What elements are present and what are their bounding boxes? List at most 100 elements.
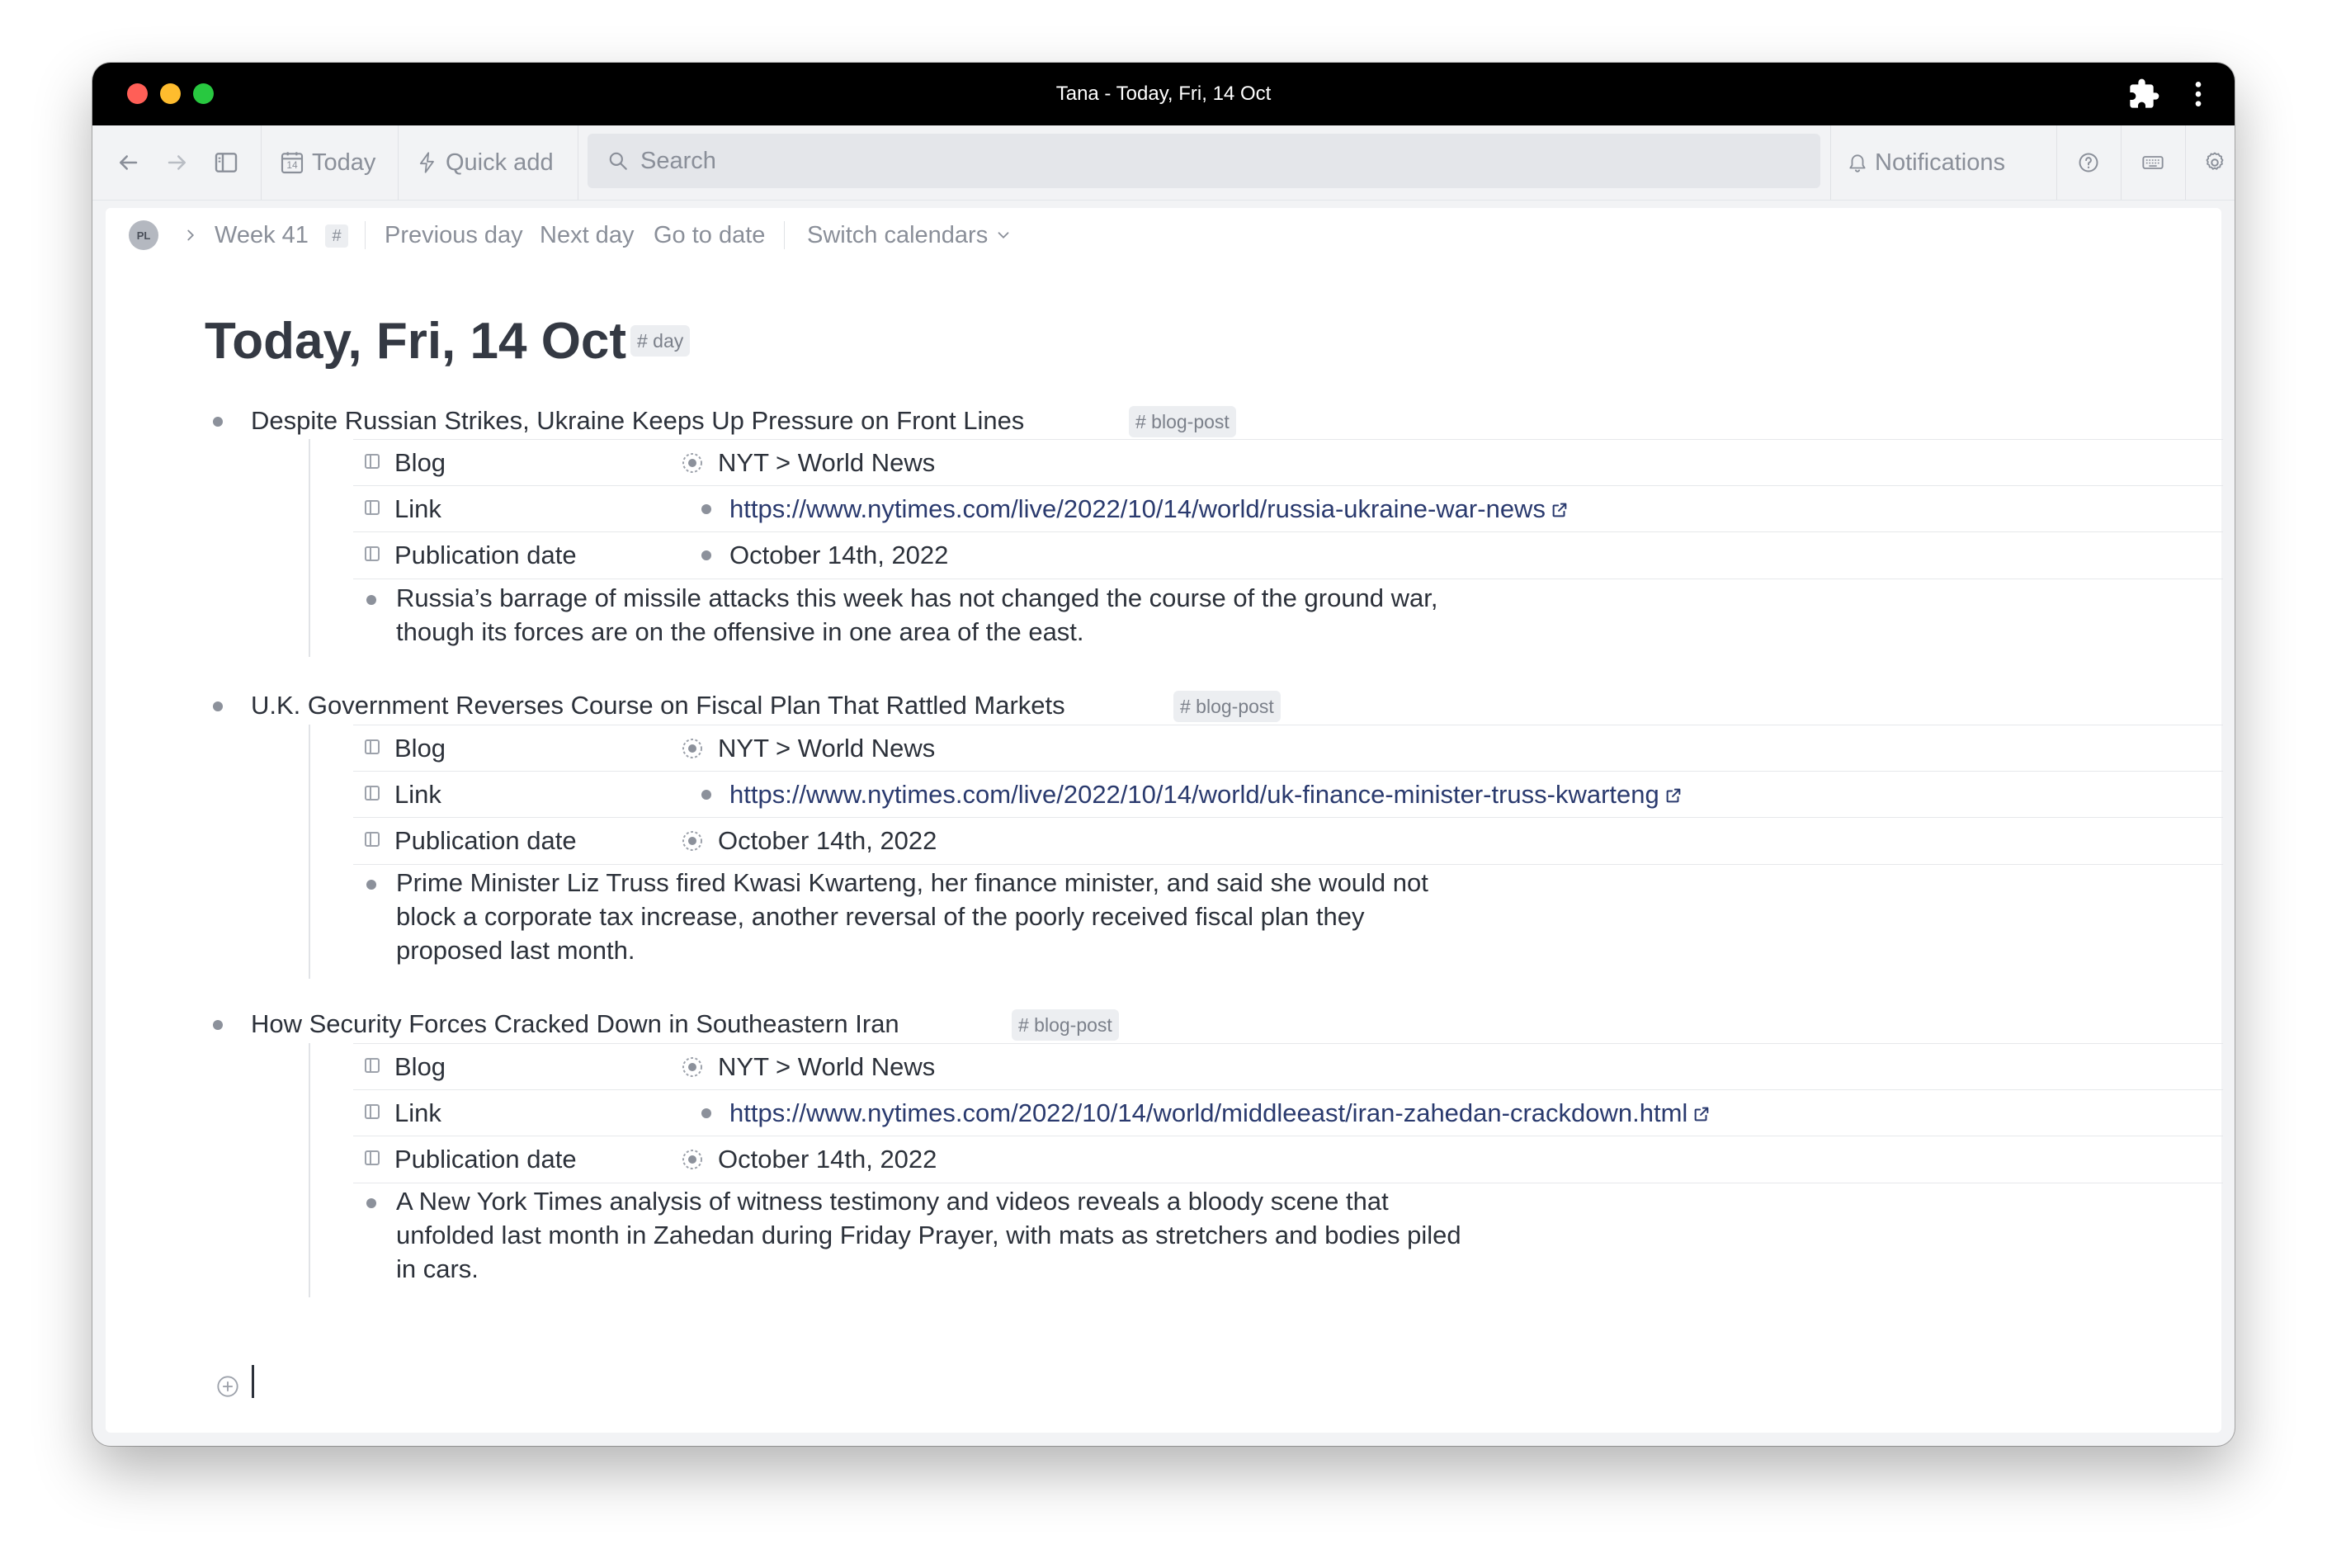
breadcrumb-week[interactable]: Week 41: [215, 208, 309, 262]
field-icon: [365, 1058, 380, 1073]
gear-icon: [2206, 152, 2224, 170]
node-bullet[interactable]: [366, 595, 376, 605]
description-line: in cars.: [396, 1254, 479, 1283]
forward-button[interactable]: [165, 125, 201, 200]
external-link-icon[interactable]: [1551, 501, 1569, 519]
field-row-blog[interactable]: Blog NYT > World News: [353, 439, 2223, 486]
search-input[interactable]: Search: [588, 134, 1820, 188]
today-button[interactable]: 14 Today: [279, 125, 375, 200]
go-to-date-link[interactable]: Go to date: [654, 208, 765, 262]
add-node-icon[interactable]: [216, 1375, 239, 1398]
node-bullet[interactable]: [213, 701, 223, 711]
switch-calendars-dropdown[interactable]: Switch calendars: [807, 208, 1012, 262]
field-value[interactable]: October 14th, 2022: [729, 539, 948, 572]
node-bullet[interactable]: [213, 1020, 223, 1030]
child-guide-line: [309, 439, 310, 657]
field-row-blog[interactable]: Blog NYT > World News: [353, 1043, 2223, 1090]
app-window: Tana - Today, Fri, 14 Oct 14 Today Quick…: [92, 63, 2235, 1446]
help-button[interactable]: [2071, 125, 2106, 200]
reference-icon: [682, 1057, 702, 1077]
field-label: Publication date: [394, 826, 577, 855]
field-row-link[interactable]: Link https://www.nytimes.com/live/2022/1…: [353, 485, 2223, 532]
field-value[interactable]: NYT > World News: [718, 446, 935, 479]
lightning-icon: [419, 152, 434, 173]
post-description[interactable]: A New York Times analysis of witness tes…: [396, 1184, 1535, 1286]
description-line: A New York Times analysis of witness tes…: [396, 1187, 1389, 1216]
window-title: Tana - Today, Fri, 14 Oct: [1055, 83, 1272, 105]
description-line: Russia’s barrage of missile attacks this…: [396, 583, 1438, 612]
toolbar-divider: [1830, 125, 1831, 200]
breadcrumb-divider: [365, 221, 366, 249]
field-value[interactable]: October 14th, 2022: [718, 824, 937, 857]
sidebar-toggle-button[interactable]: [213, 125, 249, 200]
blog-post-tag[interactable]: # blog-post: [1012, 1009, 1119, 1041]
search-icon: [609, 152, 627, 170]
node-bullet[interactable]: [366, 1198, 376, 1208]
search-placeholder: Search: [640, 147, 716, 174]
field-label: Blog: [394, 734, 446, 763]
keyboard-shortcuts-button[interactable]: [2134, 125, 2172, 200]
sidebar-toggle-icon: [215, 153, 238, 172]
text-cursor[interactable]: [252, 1365, 254, 1398]
field-row-blog[interactable]: Blog NYT > World News: [353, 725, 2223, 772]
value-bullet: [701, 1108, 711, 1118]
field-row-publication-date[interactable]: Publication date October 14th, 2022: [353, 531, 2223, 579]
quick-add-button[interactable]: Quick add: [416, 125, 554, 200]
blog-post-tag[interactable]: # blog-post: [1129, 406, 1236, 437]
link-url[interactable]: https://www.nytimes.com/2022/10/14/world…: [729, 1098, 1687, 1127]
reference-icon: [682, 739, 702, 758]
child-guide-line: [309, 725, 310, 979]
reference-icon: [682, 453, 702, 473]
external-link-icon[interactable]: [1692, 1105, 1711, 1123]
help-icon: [2079, 153, 2098, 172]
post-description[interactable]: Russia’s barrage of missile attacks this…: [396, 581, 1535, 649]
field-value[interactable]: NYT > World News: [718, 1051, 935, 1084]
field-icon: [365, 546, 380, 561]
toolbar: 14 Today Quick add Search Notifications: [92, 125, 2235, 201]
back-button[interactable]: [116, 125, 152, 200]
post-title[interactable]: Despite Russian Strikes, Ukraine Keeps U…: [251, 404, 1024, 437]
link-value[interactable]: https://www.nytimes.com/live/2022/10/14/…: [729, 493, 1569, 526]
reference-icon: [682, 1150, 702, 1169]
link-value[interactable]: https://www.nytimes.com/live/2022/10/14/…: [729, 778, 1683, 811]
page-title: Today, Fri, 14 Oct: [205, 313, 627, 370]
previous-day-link[interactable]: Previous day: [385, 208, 523, 262]
notifications-button[interactable]: Notifications: [1847, 125, 2005, 200]
field-value[interactable]: October 14th, 2022: [718, 1143, 937, 1176]
breadcrumb: PL Week 41 # Previous day Next day Go to…: [106, 208, 2221, 262]
field-row-link[interactable]: Link https://www.nytimes.com/live/2022/1…: [353, 771, 2223, 818]
breadcrumb-tag[interactable]: #: [325, 224, 348, 248]
toolbar-divider: [398, 125, 399, 200]
external-link-icon[interactable]: [1664, 786, 1683, 805]
post-description[interactable]: Prime Minister Liz Truss fired Kwasi Kwa…: [396, 866, 1535, 967]
node-bullet[interactable]: [366, 880, 376, 890]
more-vertical-icon[interactable]: [2182, 78, 2215, 111]
node-bullet[interactable]: [213, 417, 223, 427]
field-row-publication-date[interactable]: Publication date October 14th, 2022: [353, 1136, 2223, 1183]
puzzle-icon[interactable]: [2127, 78, 2160, 111]
post-title[interactable]: How Security Forces Cracked Down in Sout…: [251, 1008, 899, 1041]
field-row-publication-date[interactable]: Publication date October 14th, 2022: [353, 817, 2223, 865]
value-bullet: [701, 550, 711, 560]
field-label: Blog: [394, 448, 446, 477]
reference-icon: [682, 831, 702, 851]
settings-button[interactable]: [2198, 125, 2231, 200]
blog-post-tag[interactable]: # blog-post: [1173, 691, 1281, 722]
link-url[interactable]: https://www.nytimes.com/live/2022/10/14/…: [729, 780, 1659, 809]
quick-add-label: Quick add: [446, 149, 554, 176]
chevron-down-icon: [998, 232, 1009, 239]
switch-calendars-label: Switch calendars: [807, 221, 989, 248]
field-row-link[interactable]: Link https://www.nytimes.com/2022/10/14/…: [353, 1089, 2223, 1136]
next-day-link[interactable]: Next day: [540, 208, 634, 262]
link-url[interactable]: https://www.nytimes.com/live/2022/10/14/…: [729, 494, 1546, 523]
description-line: block a corporate tax increase, another …: [396, 902, 1365, 931]
post-title[interactable]: U.K. Government Reverses Course on Fisca…: [251, 689, 1065, 722]
value-bullet: [701, 790, 711, 800]
arrow-right-icon: [168, 155, 186, 170]
link-value[interactable]: https://www.nytimes.com/2022/10/14/world…: [729, 1097, 1711, 1130]
field-icon: [365, 739, 380, 754]
field-label: Link: [394, 1098, 441, 1127]
field-value[interactable]: NYT > World News: [718, 732, 935, 765]
day-tag[interactable]: # day: [630, 325, 691, 357]
avatar[interactable]: PL: [129, 220, 158, 250]
